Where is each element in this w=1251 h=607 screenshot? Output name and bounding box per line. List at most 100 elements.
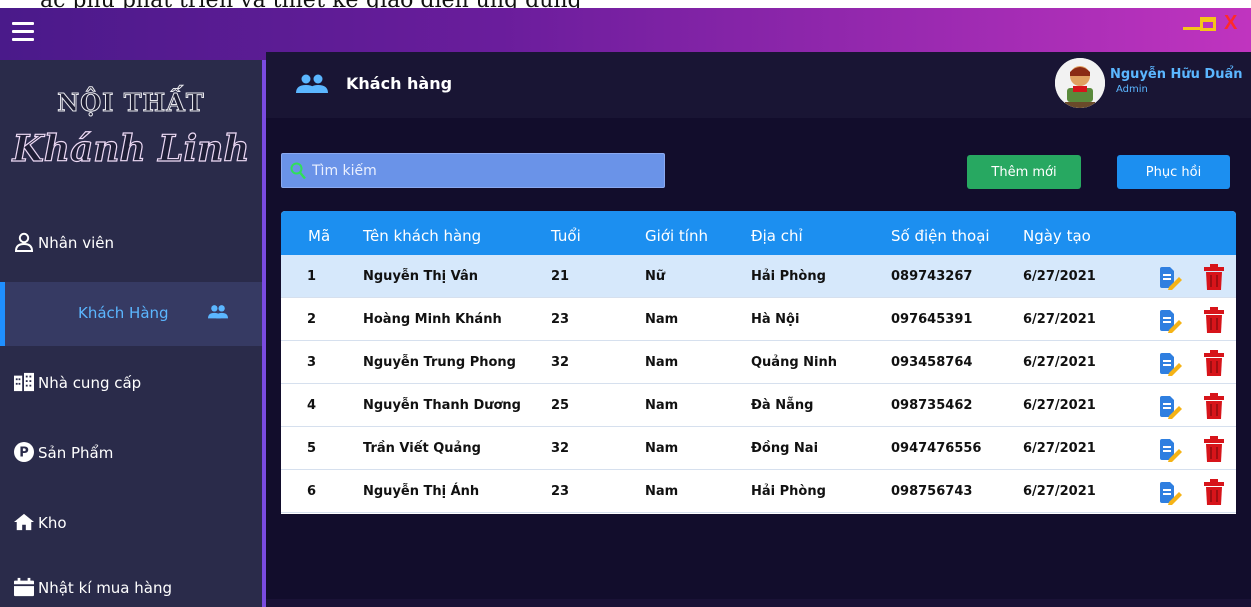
edit-icon[interactable] [1157,309,1183,333]
table-cell: Hoàng Minh Khánh [363,312,502,327]
column-header[interactable]: Tuổi [551,227,581,245]
edit-icon[interactable] [1157,266,1183,290]
maximize-button[interactable] [1200,17,1216,31]
sidebar-item-label: Sản Phẩm [38,444,114,462]
table-cell: Hà Nội [751,312,800,327]
table-cell: 089743267 [891,269,973,284]
table-row[interactable]: 4 Nguyễn Thanh Dương 25 Nam Đà Nẵng 098735462… [281,384,1236,427]
table-cell: 25 [551,398,570,413]
table-cell: 23 [551,312,570,327]
table-cell: 3 [307,355,317,370]
home-icon [14,513,34,531]
search-input[interactable] [312,154,652,187]
table-cell: Đồng Nai [751,441,819,456]
user-icon [14,232,34,252]
logo-top-text: NỘI THẤT [57,88,205,118]
table-cell: 32 [551,441,570,456]
delete-icon[interactable] [1203,264,1225,290]
delete-icon[interactable] [1203,307,1225,333]
table-cell: Nguyễn Trung Phong [363,355,516,370]
customer-table: Mã Tên khách hàng Tuổi Giới tính Địa chỉ… [281,211,1236,514]
table-cell: Nam [645,484,679,499]
avatar[interactable] [1055,58,1105,108]
sidebar-item-label: Nhà cung cấp [38,374,142,392]
table-cell: 32 [551,355,570,370]
column-header[interactable]: Ngày tạo [1023,227,1091,245]
edit-icon[interactable] [1157,438,1183,462]
column-header[interactable]: Tên khách hàng [363,227,481,245]
table-cell: 6/27/2021 [1023,484,1096,499]
table-row[interactable]: 5 Trần Viết Quảng 32 Nam Đồng Nai 0947476556 6… [281,427,1236,470]
sidebar-item-label: Kho [38,514,67,532]
table-cell: Nữ [645,269,666,284]
sidebar-item-nhat-ki-mua-hang[interactable]: Nhật kí mua hàng [0,557,262,607]
sidebar-item-kho[interactable]: Kho [0,492,262,556]
sidebar-item-khach-hang[interactable]: Khách Hàng [0,282,262,346]
sidebar: NỘI THẤT Khánh Linh Nhân viên Khách Hàng [0,60,262,607]
add-new-button[interactable]: Thêm mới [967,155,1081,189]
table-cell: Hải Phòng [751,484,826,499]
user-role: Admin [1116,84,1148,95]
column-header[interactable]: Giới tính [645,227,708,245]
column-header[interactable]: Số điện thoại [891,227,990,245]
hamburger-menu-icon[interactable] [12,22,34,42]
table-row[interactable]: 3 Nguyễn Trung Phong 32 Nam Quảng Ninh 093458… [281,341,1236,384]
delete-icon[interactable] [1203,436,1225,462]
product-p-icon: P [14,442,34,462]
delete-icon[interactable] [1203,479,1225,505]
delete-icon[interactable] [1203,393,1225,419]
search-box[interactable] [281,153,665,188]
sidebar-item-label: Nhật kí mua hàng [38,579,172,597]
sidebar-item-nhan-vien[interactable]: Nhân viên [0,212,262,276]
active-indicator [0,282,5,346]
table-cell: Hải Phòng [751,269,826,284]
table-row[interactable]: 2 Hoàng Minh Khánh 23 Nam Hà Nội 097645391 6/2… [281,298,1236,341]
table-cell: 097645391 [891,312,973,327]
close-button[interactable]: X [1224,12,1237,36]
table-header: Mã Tên khách hàng Tuổi Giới tính Địa chỉ… [281,211,1236,255]
table-cell: Nam [645,441,679,456]
user-name: Nguyễn Hữu Duẩn [1110,67,1243,82]
page-title: Khách hàng [346,74,453,93]
search-icon [290,162,306,180]
delete-icon[interactable] [1203,350,1225,376]
users-icon [296,74,328,93]
table-row[interactable]: 6 Nguyễn Thị Ánh 23 Nam Hải Phòng 098756743 6/… [281,470,1236,513]
table-cell: 4 [307,398,317,413]
column-header[interactable]: Mã [308,227,330,245]
building-icon [14,372,34,392]
table-cell: 6/27/2021 [1023,269,1096,284]
table-cell: 6/27/2021 [1023,312,1096,327]
table-cell: 6 [307,484,317,499]
column-header[interactable]: Địa chỉ [751,227,803,245]
edit-icon[interactable] [1157,352,1183,376]
restore-button[interactable]: Phục hồi [1117,155,1230,189]
calendar-icon [14,577,34,597]
table-cell: 1 [307,269,317,284]
sidebar-item-nha-cung-cap[interactable]: Nhà cung cấp [0,352,262,416]
sidebar-item-label: Nhân viên [38,234,114,252]
sidebar-item-san-pham[interactable]: P Sản Phẩm [0,422,262,486]
users-icon [208,305,228,319]
table-cell: Quảng Ninh [751,355,838,370]
table-cell: 0947476556 [891,441,982,456]
table-cell: Nguyễn Thị Vân [363,269,478,284]
table-row[interactable]: 1 Nguyễn Thị Vân 21 Nữ Hải Phòng 089743267 6/2… [281,255,1236,298]
edit-icon[interactable] [1157,395,1183,419]
table-cell: Trần Viết Quảng [363,441,481,456]
table-cell: 21 [551,269,570,284]
table-cell: 6/27/2021 [1023,398,1096,413]
edit-icon[interactable] [1157,481,1183,505]
table-cell: 23 [551,484,570,499]
sidebar-item-label: Khách Hàng [78,304,169,322]
table-cell: Nam [645,312,679,327]
table-cell: Đà Nẵng [751,398,814,413]
table-cell: 098756743 [891,484,973,499]
avatar-image [1055,58,1105,108]
table-cell: 2 [307,312,317,327]
svg-text:P: P [19,446,29,461]
table-cell: Nguyễn Thanh Dương [363,398,521,413]
table-cell: Nguyễn Thị Ánh [363,484,480,499]
table-cell: 6/27/2021 [1023,441,1096,456]
table-cell: Nam [645,355,679,370]
